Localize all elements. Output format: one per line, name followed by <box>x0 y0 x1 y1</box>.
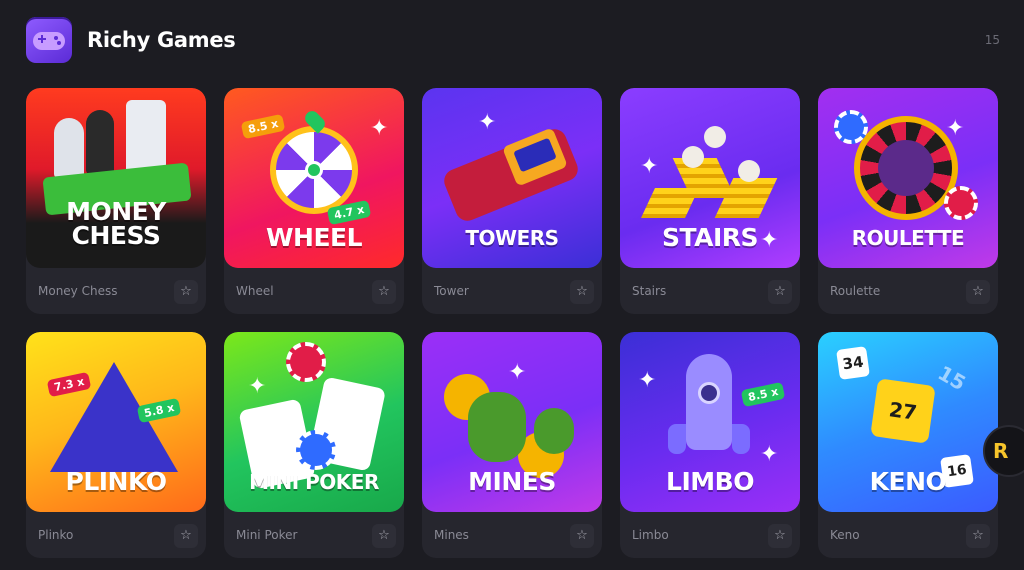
game-thumbnail[interactable]: 34 27 16 15 KENO <box>818 332 998 512</box>
game-name: Roulette <box>830 284 881 298</box>
art-title: MINI POKER <box>249 470 379 494</box>
star-outline-icon[interactable]: ☆ <box>966 524 990 548</box>
game-name: Keno <box>830 528 860 542</box>
game-thumbnail[interactable]: ✦ MINI POKER <box>224 332 404 512</box>
art-title: CHESS <box>71 221 161 250</box>
game-thumbnail[interactable]: MONEY CHESS <box>26 88 206 268</box>
star-outline-icon[interactable]: ☆ <box>174 524 198 548</box>
game-thumbnail[interactable]: 7.3 x 5.8 x PLINKO <box>26 332 206 512</box>
game-card-tower[interactable]: ✦ TOWERS Tower ☆ <box>422 88 602 314</box>
star-outline-icon[interactable]: ☆ <box>372 280 396 304</box>
star-outline-icon[interactable]: ☆ <box>372 524 396 548</box>
multiplier-tag: 8.5 x <box>240 113 286 140</box>
header: Richy Games 15 <box>26 14 1000 66</box>
game-name: Mini Poker <box>236 528 298 542</box>
game-card-mini-poker[interactable]: ✦ MINI POKER Mini Poker ☆ <box>224 332 404 558</box>
game-card-wheel[interactable]: 8.5 x 4.7 x ✦ WHEEL Wheel ☆ <box>224 88 404 314</box>
art-title: KENO <box>869 467 947 496</box>
game-name: Wheel <box>236 284 274 298</box>
keno-number: 34 <box>836 346 870 380</box>
game-card-stairs[interactable]: ✦ ✦ STAIRS Stairs ☆ <box>620 88 800 314</box>
game-name: Money Chess <box>38 284 118 298</box>
keno-number: 15 <box>933 360 970 396</box>
page-title: Richy Games <box>87 28 236 52</box>
game-thumbnail[interactable]: ✦ MINES <box>422 332 602 512</box>
game-name: Tower <box>434 284 469 298</box>
game-card-roulette[interactable]: ✦ ROULETTE Roulette ☆ <box>818 88 998 314</box>
game-thumbnail[interactable]: ✦ ROULETTE <box>818 88 998 268</box>
star-outline-icon[interactable]: ☆ <box>768 280 792 304</box>
avatar-letter: R <box>993 439 1009 463</box>
art-title: WHEEL <box>265 223 363 252</box>
star-outline-icon[interactable]: ☆ <box>966 280 990 304</box>
game-card-money-chess[interactable]: MONEY CHESS Money Chess ☆ <box>26 88 206 314</box>
art-title: ROULETTE <box>851 226 965 250</box>
game-card-mines[interactable]: ✦ MINES Mines ☆ <box>422 332 602 558</box>
star-outline-icon[interactable]: ☆ <box>570 280 594 304</box>
game-thumbnail[interactable]: 8.5 x ✦ ✦ LIMBO <box>620 332 800 512</box>
art-title: LIMBO <box>666 467 754 496</box>
game-thumbnail[interactable]: ✦ TOWERS <box>422 88 602 268</box>
art-title: TOWERS <box>465 226 559 250</box>
art-title: PLINKO <box>65 467 167 496</box>
art-title: STAIRS <box>661 223 759 252</box>
game-name: Stairs <box>632 284 667 298</box>
game-name: Plinko <box>38 528 74 542</box>
game-card-limbo[interactable]: 8.5 x ✦ ✦ LIMBO Limbo ☆ <box>620 332 800 558</box>
star-outline-icon[interactable]: ☆ <box>768 524 792 548</box>
games-count: 15 <box>984 33 1000 47</box>
game-thumbnail[interactable]: 8.5 x 4.7 x ✦ WHEEL <box>224 88 404 268</box>
star-outline-icon[interactable]: ☆ <box>174 280 198 304</box>
game-card-keno[interactable]: 34 27 16 15 KENO Keno ☆ <box>818 332 998 558</box>
keno-number: 27 <box>870 378 936 444</box>
multiplier-tag: 8.5 x <box>740 381 786 408</box>
game-thumbnail[interactable]: ✦ ✦ STAIRS <box>620 88 800 268</box>
game-card-plinko[interactable]: 7.3 x 5.8 x PLINKO Plinko ☆ <box>26 332 206 558</box>
art-title: MINES <box>468 467 556 496</box>
game-name: Limbo <box>632 528 669 542</box>
gamepad-icon <box>26 17 72 63</box>
game-name: Mines <box>434 528 469 542</box>
star-outline-icon[interactable]: ☆ <box>570 524 594 548</box>
